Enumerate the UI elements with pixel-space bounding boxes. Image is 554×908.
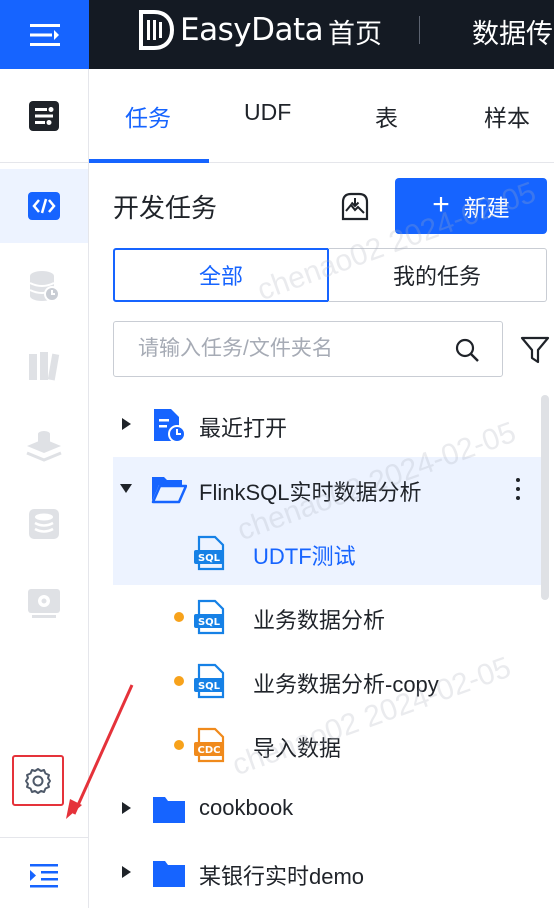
code-icon [28, 192, 60, 220]
rail-item-pipeline[interactable] [0, 69, 88, 163]
svg-text:SQL: SQL [198, 617, 221, 628]
rail-expand-button[interactable] [0, 841, 88, 908]
new-task-label: 新建 [463, 195, 510, 221]
tree-node-label: 某银行实时demo [199, 864, 365, 889]
tree-node-label: 业务数据分析-copy [253, 672, 439, 697]
folder-open-icon [151, 477, 187, 504]
rail-divider [0, 837, 88, 838]
tree-node-bank-demo-folder[interactable]: 某银行实时demo [113, 841, 543, 905]
import-icon[interactable] [337, 188, 373, 224]
settings-button[interactable] [12, 755, 64, 806]
easydata-logo-icon [139, 10, 174, 50]
tree-node-label: UDTF测试 [253, 544, 356, 569]
tree-node-recent[interactable]: 最近打开 [113, 393, 543, 457]
tree-node-import-data[interactable]: CDC 导入数据 [113, 713, 543, 777]
tree-node-label: 最近打开 [199, 416, 288, 441]
sql-file-icon: SQL [194, 599, 225, 635]
caret-right-icon[interactable] [119, 865, 133, 879]
caret-down-icon[interactable] [119, 481, 133, 495]
caret-right-icon[interactable] [119, 417, 133, 431]
rail-item-ops-monitor[interactable] [0, 567, 88, 641]
tab-samples[interactable]: 样本 [484, 99, 530, 133]
tab-tables[interactable]: 表 [375, 99, 398, 133]
modified-dot [174, 676, 184, 686]
task-search-box [113, 321, 503, 377]
expand-indent-icon [30, 864, 58, 888]
svg-text:SQL: SQL [198, 681, 221, 692]
rail-item-database[interactable] [0, 487, 88, 561]
new-task-button[interactable]: + 新建 [395, 178, 547, 234]
tree-node-label: FlinkSQL实时数据分析 [199, 480, 422, 505]
database-clock-icon [29, 271, 60, 302]
sql-file-icon: SQL [194, 663, 225, 699]
nav-data-transfer[interactable]: 数据传 [472, 12, 553, 51]
tab-tasks[interactable]: 任务 [125, 99, 171, 133]
top-bar: EasyData 首页 数据传 [0, 0, 554, 69]
recent-file-icon [154, 409, 186, 443]
left-rail [0, 69, 134, 908]
nav-divider [419, 16, 420, 44]
modified-dot [174, 612, 184, 622]
tree-node-udtf-test[interactable]: SQL UDTF测试 [113, 521, 543, 585]
tree-scrollbar[interactable] [541, 395, 549, 600]
filter-all-tasks[interactable]: 全部 [113, 248, 329, 302]
resource-tabs: 任务 UDF 表 样本 [89, 69, 554, 163]
tree-node-label: 导入数据 [253, 736, 342, 761]
panel-title: 开发任务 [113, 193, 218, 223]
rail-item-database-schedule[interactable] [0, 249, 88, 323]
sql-file-icon: SQL [194, 535, 225, 571]
tree-node-flinksql-folder[interactable]: FlinkSQL实时数据分析 [113, 457, 543, 521]
svg-text:CDC: CDC [198, 745, 221, 756]
menu-collapse-button[interactable] [0, 0, 89, 69]
filter-my-tasks[interactable]: 我的任务 [328, 248, 547, 302]
active-tab-indicator [89, 159, 209, 163]
modified-dot [174, 740, 184, 750]
filter-icon[interactable] [520, 335, 550, 365]
folder-icon [153, 797, 185, 823]
cdc-file-icon: CDC [194, 727, 225, 763]
rail-item-library[interactable] [0, 329, 88, 403]
more-vertical-icon[interactable] [513, 475, 523, 503]
menu-collapse-icon [29, 23, 60, 46]
tree-node-business-analysis[interactable]: SQL 业务数据分析 [113, 585, 543, 649]
task-search-input[interactable] [114, 322, 454, 376]
stack-icon [26, 431, 62, 462]
pipeline-icon [29, 100, 59, 131]
search-icon[interactable] [454, 337, 480, 363]
rail-item-layers[interactable] [0, 409, 88, 483]
plus-icon: + [432, 187, 450, 221]
tab-udf[interactable]: UDF [244, 99, 291, 126]
tree-node-label: cookbook [199, 795, 294, 820]
app-logo-text: EasyData [180, 12, 324, 48]
rail-item-develop[interactable] [0, 169, 88, 243]
caret-right-icon[interactable] [119, 801, 133, 815]
monitor-gear-icon [28, 589, 60, 618]
app-logo[interactable]: EasyData [138, 8, 324, 52]
nav-home[interactable]: 首页 [328, 12, 382, 51]
database-icon [29, 509, 59, 539]
gear-icon [25, 767, 51, 794]
svg-text:SQL: SQL [198, 553, 221, 564]
tree-node-business-analysis-copy[interactable]: SQL 业务数据分析-copy [113, 649, 543, 713]
folder-icon [153, 861, 185, 887]
tree-node-label: 业务数据分析 [253, 608, 386, 633]
library-icon [29, 352, 60, 381]
tree-node-cookbook-folder[interactable]: cookbook [113, 777, 543, 841]
